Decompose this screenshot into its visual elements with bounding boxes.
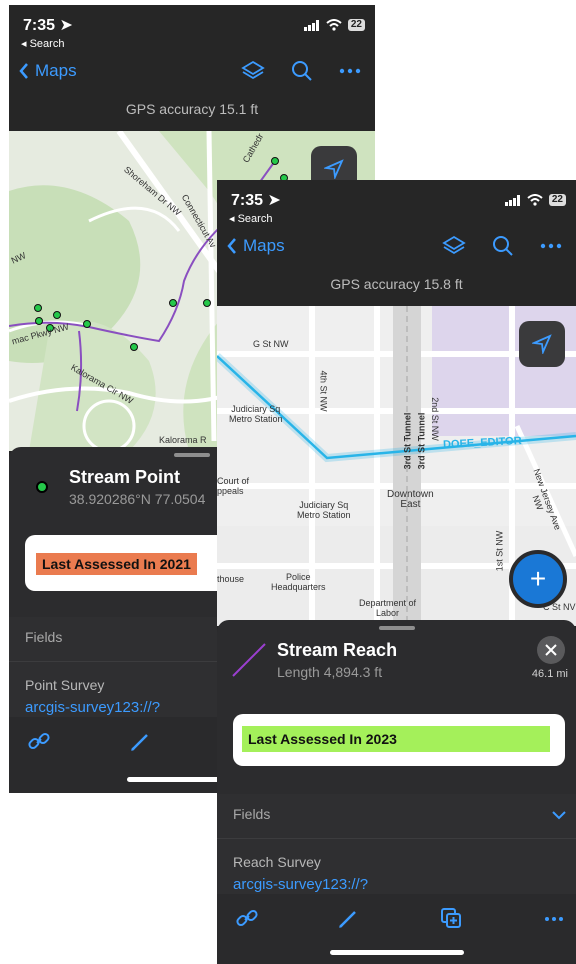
map-label: 1st St NW — [494, 530, 505, 572]
add-icon: + — [529, 563, 547, 594]
feature-coords: 38.920286°N 77.0504 — [69, 491, 206, 507]
feature-sheet: Stream Reach Length 4,894.3 ft 46.1 mi L… — [217, 620, 576, 964]
nav-bar: Maps — [9, 53, 375, 93]
search-icon[interactable] — [291, 60, 313, 82]
status-bar: 7:35 ➤ ◂ Search 22 — [9, 5, 375, 53]
layers-icon[interactable] — [241, 59, 265, 83]
map-label: thouse — [217, 574, 245, 584]
locate-button[interactable] — [519, 321, 565, 367]
map-label: Court of ppeals — [217, 476, 250, 496]
sheet-grabber[interactable] — [174, 453, 210, 457]
maps-back-label: Maps — [243, 236, 285, 255]
home-indicator — [329, 950, 464, 955]
assessed-label: Last Assessed In 2021 — [36, 553, 197, 575]
map-label: Police Headquarters — [271, 572, 326, 592]
map-label: 4th St NW — [318, 370, 329, 412]
maps-back-label: Maps — [35, 61, 77, 80]
assessed-label: Last Assessed In 2023 — [242, 726, 550, 752]
close-button[interactable] — [537, 636, 565, 664]
more-icon[interactable] — [339, 68, 361, 74]
battery-badge: 22 — [347, 19, 365, 31]
close-icon — [545, 644, 557, 656]
survey-field-label: Point Survey — [25, 677, 105, 693]
wifi-icon — [527, 194, 543, 206]
maps-back-button[interactable]: Maps — [19, 61, 77, 81]
fields-header[interactable]: Fields — [233, 806, 270, 822]
fields-section: Fields Reach Survey arcgis-survey123://? — [217, 794, 576, 894]
more-icon[interactable] — [544, 916, 564, 922]
nav-bar: Maps — [217, 228, 576, 268]
line-symbol-icon — [232, 643, 266, 677]
location-arrow-icon — [324, 159, 344, 179]
nav-actions — [241, 59, 361, 83]
map-label: Judiciary Sq Metro Station — [229, 404, 283, 424]
chevron-down-icon[interactable] — [552, 810, 566, 820]
assessed-card: Last Assessed In 2023 — [233, 714, 565, 766]
point-symbol-icon — [36, 481, 48, 493]
more-icon[interactable] — [540, 243, 562, 249]
map-label: 3rd St Tunnel — [416, 412, 427, 470]
link-icon[interactable] — [27, 729, 51, 753]
time-text: 7:35 — [23, 17, 56, 34]
status-time: 7:35 ➤ — [23, 15, 73, 35]
nav-actions — [442, 234, 562, 258]
gps-accuracy: GPS accuracy 15.1 ft — [125, 101, 259, 117]
location-arrow-icon: ➤ — [267, 192, 281, 209]
chevron-left-icon — [227, 238, 236, 254]
time-text: 7:35 — [231, 192, 264, 209]
feature-distance: 46.1 mi — [531, 668, 568, 680]
status-icons: 22 — [303, 19, 365, 31]
copy-add-icon[interactable] — [439, 906, 463, 930]
back-to-search[interactable]: ◂ Search — [229, 212, 272, 225]
feature-length: Length 4,894.3 ft — [277, 664, 383, 680]
pencil-icon[interactable] — [129, 731, 151, 753]
sheet-grabber[interactable] — [379, 626, 415, 630]
maps-back-button[interactable]: Maps — [227, 236, 285, 256]
fields-header[interactable]: Fields — [25, 629, 62, 645]
survey-link[interactable]: arcgis-survey123://? — [25, 699, 160, 716]
chevron-left-icon — [19, 63, 28, 79]
bottom-toolbar — [217, 894, 576, 964]
map-label: Kalorama R — [159, 435, 207, 445]
status-time: 7:35 ➤ — [231, 190, 281, 210]
search-icon[interactable] — [492, 235, 514, 257]
feature-title: Stream Point — [69, 467, 181, 487]
gps-accuracy: GPS accuracy 15.8 ft — [330, 276, 463, 292]
signal-icon — [504, 194, 520, 206]
divider — [217, 838, 576, 839]
layers-icon[interactable] — [442, 234, 466, 258]
back-to-search[interactable]: ◂ Search — [21, 37, 64, 50]
survey-field-label: Reach Survey — [233, 854, 321, 870]
map-label: Department of Labor — [359, 598, 417, 618]
add-feature-button[interactable]: + — [509, 550, 567, 608]
pencil-icon[interactable] — [337, 908, 359, 930]
survey-link[interactable]: arcgis-survey123://? — [233, 876, 368, 893]
map-label: Judiciary Sq Metro Station — [297, 500, 351, 520]
signal-icon — [303, 19, 319, 31]
feature-title: Stream Reach — [277, 640, 398, 660]
link-icon[interactable] — [235, 906, 259, 930]
map-label: Downtown East — [387, 489, 434, 510]
wifi-icon — [326, 19, 342, 31]
status-bar: 7:35 ➤ ◂ Search 22 — [217, 180, 576, 228]
map-view[interactable]: G St NW 4th St NW 2nd St NW 3rd St Tunne… — [217, 306, 576, 626]
location-arrow-icon — [532, 334, 552, 354]
map-label: 2nd St NW — [429, 397, 440, 441]
front-screen: 7:35 ➤ ◂ Search 22 Maps GPS accuracy 15.… — [217, 180, 576, 964]
battery-badge: 22 — [548, 194, 566, 206]
map-label: G St NW — [253, 339, 289, 349]
map-label: 3rd St Tunnel — [402, 412, 413, 470]
location-arrow-icon: ➤ — [59, 17, 73, 34]
status-icons: 22 — [504, 194, 566, 206]
